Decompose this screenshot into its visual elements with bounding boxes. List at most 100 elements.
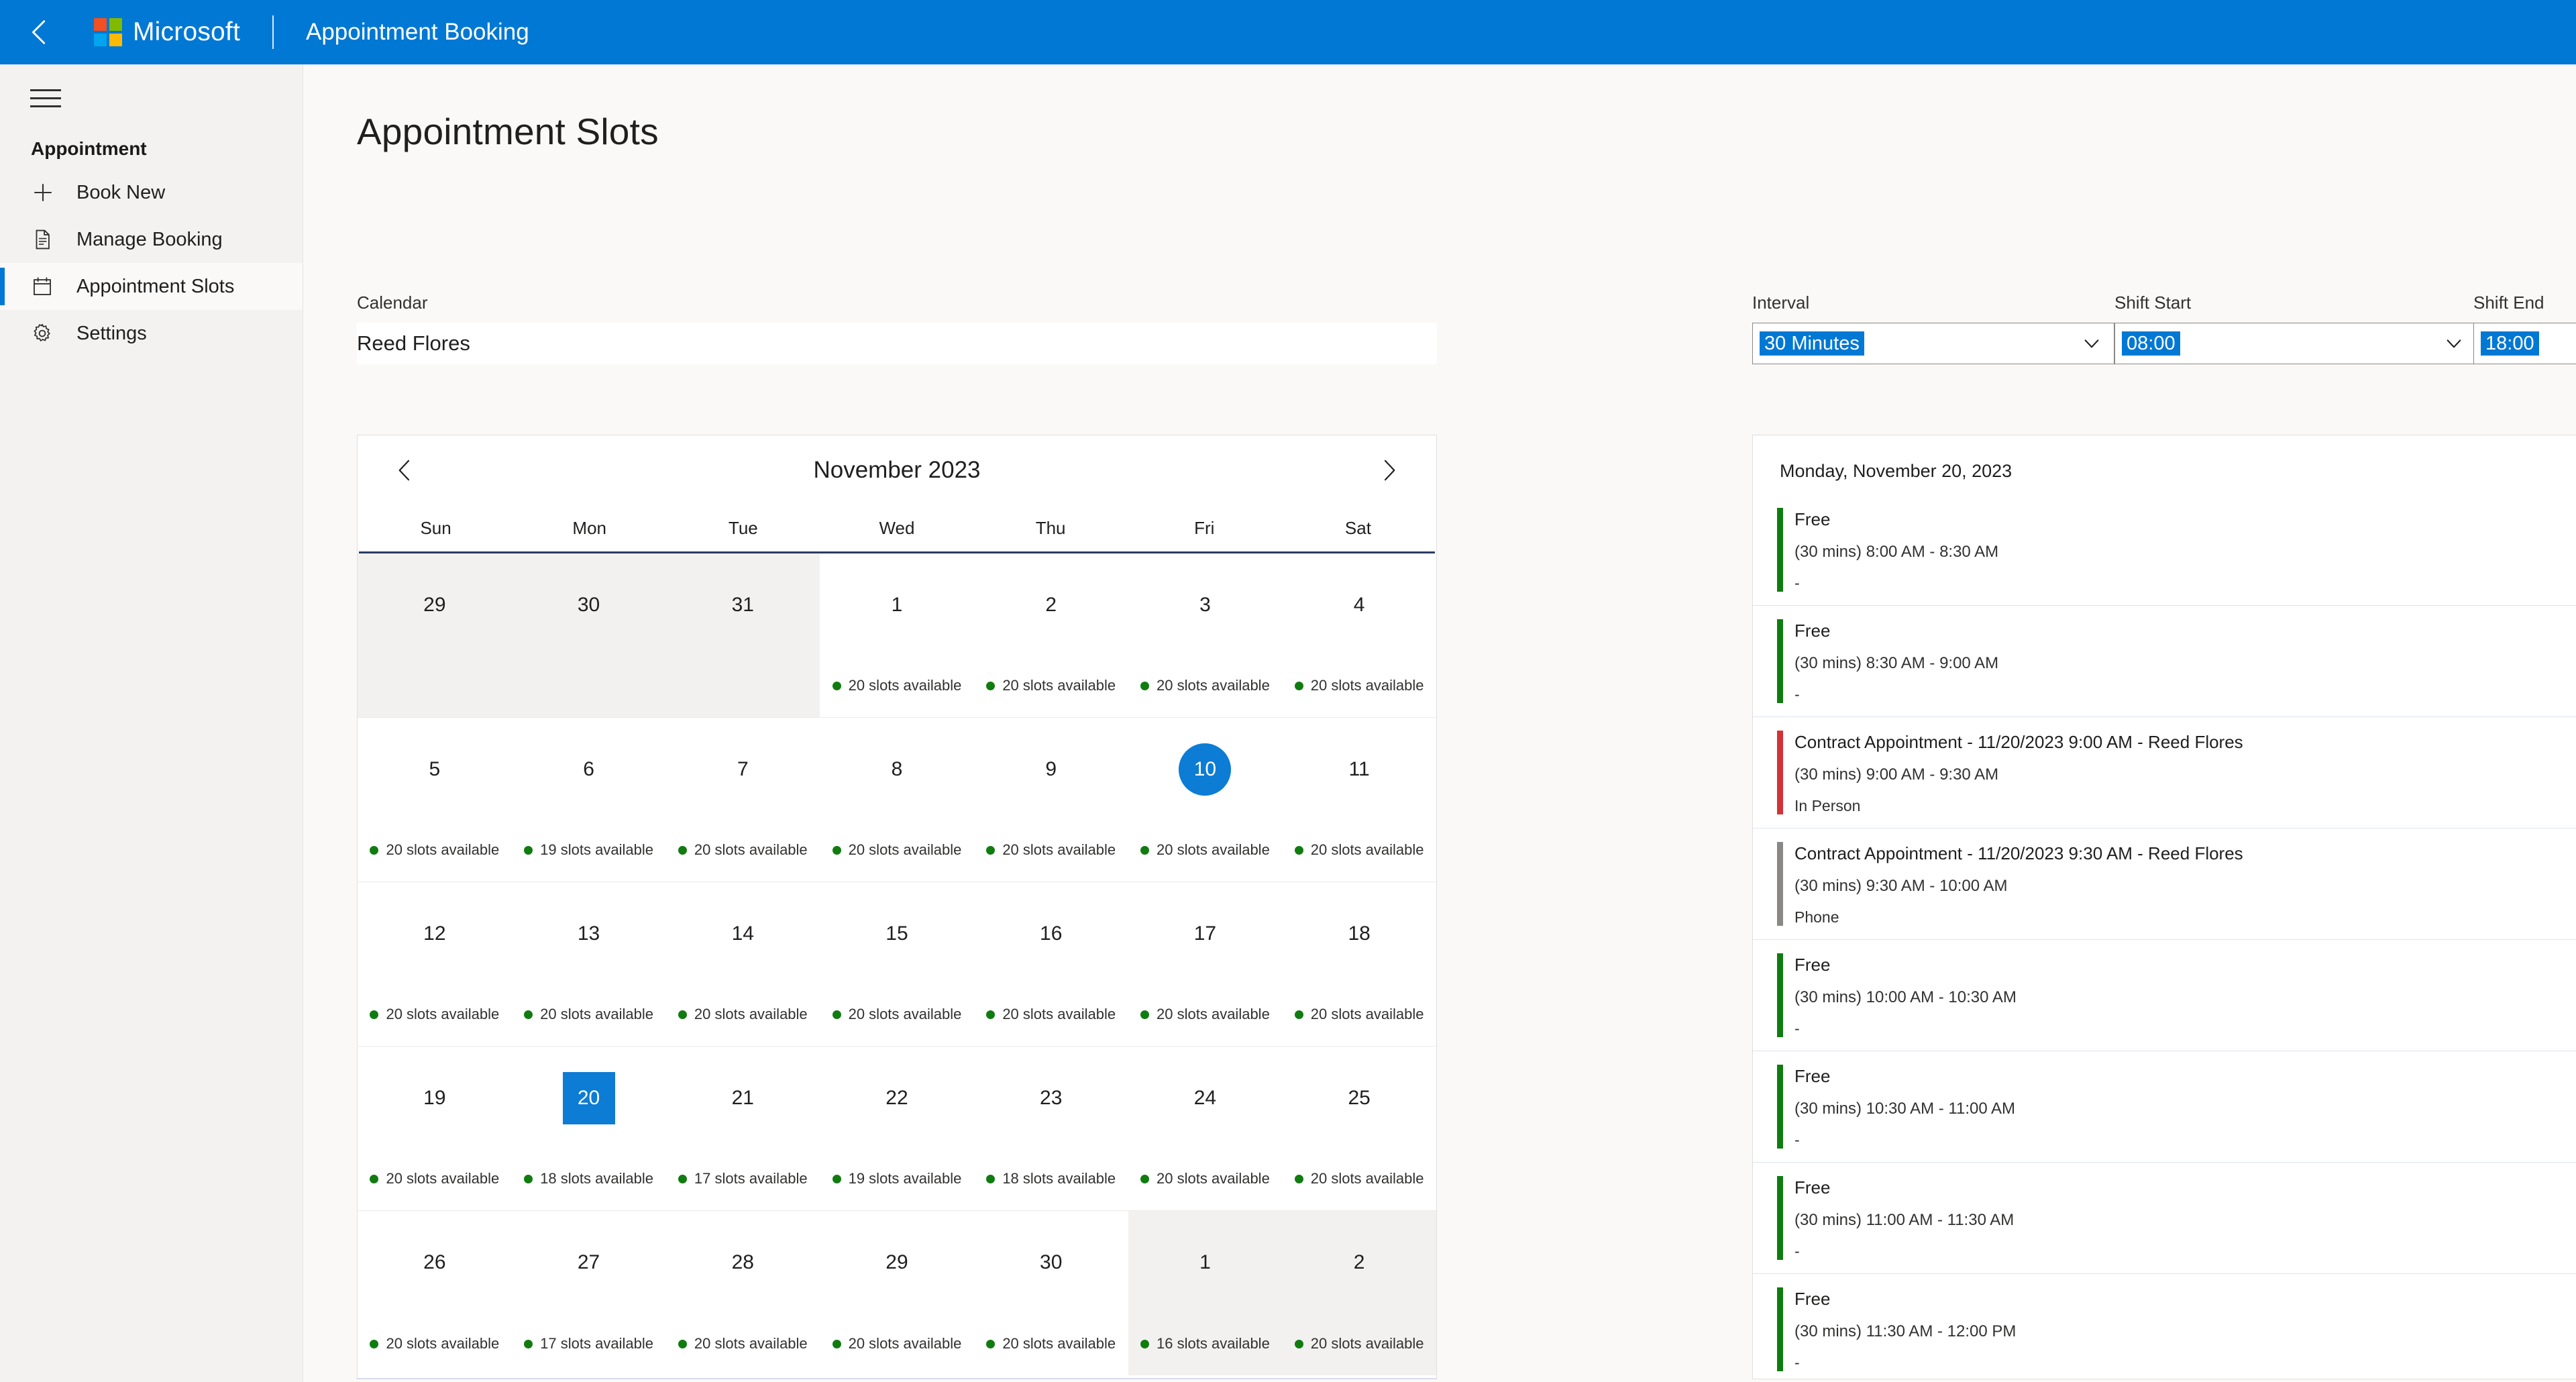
calendar-day-cell[interactable]: 21 17 slots available [665,1047,820,1210]
page-title: Appointment Slots [357,111,659,152]
calendar-day-cell[interactable]: 3 20 slots available [1128,553,1283,717]
calendar-day-cell[interactable]: 24 20 slots available [1128,1047,1283,1210]
calendar-next-month-button[interactable] [1365,447,1412,494]
sidebar-item-book-new[interactable]: Book New [0,169,303,216]
calendar-day-cell[interactable]: 27 17 slots available [512,1211,666,1375]
calendar-day-number: 25 [1348,1087,1371,1109]
calendar-day-cell[interactable]: 2 20 slots available [1282,1211,1436,1375]
availability-label: 20 slots available [386,1335,500,1352]
slots-panel: Monday, November 20, 2023 Free (30 mins) … [1752,435,2576,1379]
sidebar-item-appointment-slots[interactable]: Appointment Slots [0,263,303,310]
calendar-day-cell[interactable]: 9 20 slots available [974,718,1128,882]
availability-label: 20 slots available [1157,841,1270,858]
calendar-day-cell[interactable]: 30 [511,553,666,717]
calendar-day-cell[interactable]: 20 18 slots available [512,1047,666,1210]
calendar-day-cell[interactable]: 31 [665,553,820,717]
calendar-week-row: 12 20 slots available 13 20 slots available… [358,882,1436,1047]
slots-list: Free(30 mins) 8:00 AM - 8:30 AM-AddFree(… [1753,494,2576,1379]
calendar-day-number: 1 [891,594,903,616]
calendar-day-cell[interactable]: 25 20 slots available [1282,1047,1436,1210]
calendar-day-cell[interactable]: 7 20 slots available [665,718,820,882]
calendar-week-row: 29 30 31 1 20 slots available 2 20 slots avail… [358,553,1436,718]
slot-details: Free (30 mins) 8:00 AM - 8:30 AM - [1794,494,2576,605]
shift-start-dropdown[interactable]: 08:00 [2114,323,2477,364]
slot-row[interactable]: Free(30 mins) 8:00 AM - 8:30 AM-Add [1753,494,2576,606]
slot-meta: Phone [1794,908,1839,926]
slot-details: Free (30 mins) 10:00 AM - 10:30 AM - [1794,940,2576,1051]
availability-label: 20 slots available [1310,1335,1424,1352]
slots-scroll-area: Free(30 mins) 8:00 AM - 8:30 AM-AddFree(… [1753,494,2576,1379]
slot-meta: In Person [1794,797,1861,814]
slot-row[interactable]: Free(30 mins) 8:30 AM - 9:00 AM-Add [1753,606,2576,717]
calendar-day-cell[interactable]: 6 19 slots available [512,718,666,882]
calendar-day-cell[interactable]: 16 20 slots available [974,882,1128,1046]
calendar-day-number: 16 [1040,922,1063,945]
microsoft-logo-icon [94,18,122,46]
plus-icon [31,180,60,205]
calendar-day-number: 10 [1179,743,1232,796]
availability-label: 17 slots available [540,1335,653,1352]
availability-dot-icon [1140,1010,1150,1019]
calendar-day-cell[interactable]: 28 20 slots available [665,1211,820,1375]
calendar-day-cell[interactable]: 1 20 slots available [820,553,974,717]
availability-label: 20 slots available [848,841,962,858]
availability-label: 20 slots available [848,677,962,694]
calendar-day-cell[interactable]: 1 16 slots available [1128,1211,1283,1375]
calendar-day-cell[interactable]: 11 20 slots available [1282,718,1436,882]
availability-dot-icon [370,1174,379,1183]
slot-time: (30 mins) 9:00 AM - 9:30 AM [1794,765,1999,784]
slot-status-bar [1777,1287,1783,1371]
back-button[interactable] [20,13,59,52]
calendar-weekday: Thu [1035,518,1066,538]
availability-dot-icon [832,681,841,690]
calendar-day-cell[interactable]: 22 19 slots available [820,1047,974,1210]
availability-dot-icon [1294,1010,1303,1019]
calendar-day-cell[interactable]: 19 20 slots available [358,1047,512,1210]
calendar-day-availability: 20 slots available [974,841,1128,859]
calendar-day-cell[interactable]: 5 20 slots available [358,718,512,882]
slot-row[interactable]: Free(30 mins) 11:30 AM - 12:00 PM-Add [1753,1274,2576,1379]
availability-dot-icon [986,845,996,855]
calendar-day-cell[interactable]: 2 20 slots available [974,553,1128,717]
calendar-label: Calendar [357,293,428,313]
slot-row[interactable]: Free(30 mins) 10:30 AM - 11:00 AM-Add [1753,1051,2576,1163]
calendar-day-cell[interactable]: 14 20 slots available [665,882,820,1046]
calendar-value: Reed Flores [357,331,470,355]
calendar-prev-month-button[interactable] [382,447,429,494]
calendar-day-cell[interactable]: 8 20 slots available [820,718,974,882]
calendar-day-cell[interactable]: 12 20 slots available [358,882,512,1046]
calendar-day-cell[interactable]: 30 20 slots available [974,1211,1128,1375]
hamburger-menu-icon[interactable] [12,64,79,131]
sidebar-item-settings[interactable]: Settings [0,310,303,357]
calendar-day-number: 28 [731,1251,754,1273]
slot-time: (30 mins) 10:00 AM - 10:30 AM [1794,988,2017,1006]
calendar-day-number: 2 [1353,1251,1365,1273]
calendar-day-cell[interactable]: 10 20 slots available [1128,718,1283,882]
calendar-day-cell[interactable]: 15 20 slots available [820,882,974,1046]
calendar-day-number: 22 [885,1087,908,1109]
calendar-day-cell[interactable]: 26 20 slots available [358,1211,512,1375]
microsoft-brand[interactable]: Microsoft [94,17,240,47]
calendar-day-cell[interactable]: 29 20 slots available [820,1211,974,1375]
calendar-day-cell[interactable]: 17 20 slots available [1128,882,1283,1046]
availability-dot-icon [1140,845,1150,855]
calendar-day-cell[interactable]: 29 [358,553,512,717]
calendar-day-number: 26 [423,1251,446,1273]
shift-end-dropdown[interactable]: 18:00 [2473,323,2576,364]
interval-dropdown[interactable]: 30 Minutes [1752,323,2114,364]
calendar-day-cell[interactable]: 4 20 slots available [1282,553,1436,717]
slot-row[interactable]: Free(30 mins) 10:00 AM - 10:30 AM-Add [1753,940,2576,1051]
slot-row[interactable]: Contract Appointment - 11/20/2023 9:30 A… [1753,829,2576,940]
slot-row[interactable]: Contract Appointment - 11/20/2023 9:00 A… [1753,717,2576,829]
availability-dot-icon [832,1339,841,1348]
calendar-day-cell[interactable]: 13 20 slots available [512,882,666,1046]
calendar-day-availability: 20 slots available [358,1335,512,1352]
slot-row[interactable]: Free(30 mins) 11:00 AM - 11:30 AM-Add [1753,1163,2576,1274]
calendar-day-availability: 20 slots available [358,1170,512,1187]
calendar-day-cell[interactable]: 18 20 slots available [1282,882,1436,1046]
calendar-input[interactable]: Reed Flores [357,323,1437,364]
slot-meta: - [1794,1020,1800,1037]
calendar-day-cell[interactable]: 23 18 slots available [974,1047,1128,1210]
availability-label: 20 slots available [1002,1006,1116,1022]
sidebar-item-manage-booking[interactable]: Manage Booking [0,216,303,263]
